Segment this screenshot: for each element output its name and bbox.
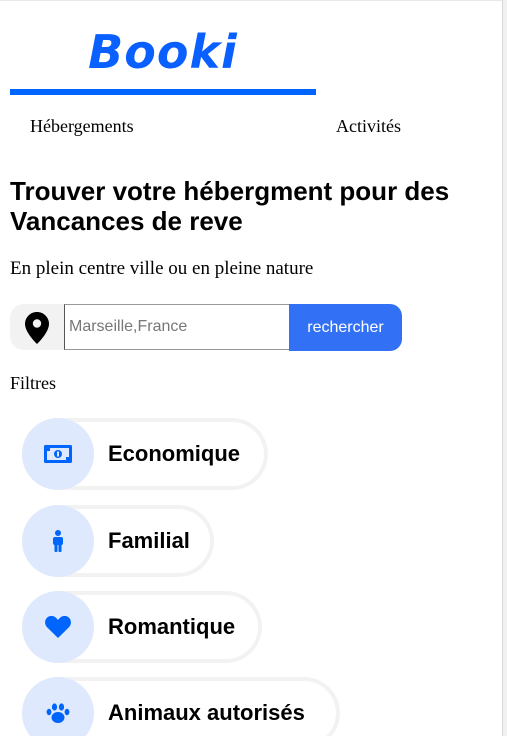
booki-logo[interactable]: Booki xyxy=(10,20,316,84)
scrollbar-thumb[interactable] xyxy=(502,0,507,736)
location-pin-icon xyxy=(25,312,49,344)
heart-icon xyxy=(45,616,71,638)
filter-icon-circle xyxy=(22,505,94,577)
child-icon xyxy=(53,530,63,552)
filter-label: Economique xyxy=(108,441,241,466)
top-divider xyxy=(0,0,502,1)
filter-icon-circle xyxy=(22,591,94,663)
filter-familial[interactable]: Familial xyxy=(22,505,214,577)
filter-animaux-autorises[interactable]: Animaux autorisés xyxy=(22,677,340,736)
main-nav: Hébergements Activités xyxy=(0,116,440,142)
nav-link-hebergements[interactable]: Hébergements xyxy=(30,116,134,137)
page: Booki Hébergements Activités Trouver vot… xyxy=(0,0,502,736)
page-title: Trouver votre hébergment pour des Vancan… xyxy=(10,176,450,236)
filter-romantique[interactable]: Romantique xyxy=(22,591,262,663)
search-input[interactable] xyxy=(64,304,289,350)
filter-label: Familial xyxy=(108,528,190,553)
search-bar: rechercher xyxy=(10,304,402,352)
filter-icon-circle xyxy=(22,677,94,736)
nav-link-activites[interactable]: Activités xyxy=(336,116,401,137)
logo-underline xyxy=(10,89,316,95)
filters-heading: Filtres xyxy=(10,373,57,393)
filter-icon-circle xyxy=(22,418,94,490)
money-bill-icon xyxy=(44,445,72,463)
filter-label: Romantique xyxy=(108,614,236,639)
search-location-box xyxy=(10,304,64,350)
page-subtitle: En plein centre ville ou en pleine natur… xyxy=(10,258,314,279)
filter-economique[interactable]: Economique xyxy=(22,418,268,490)
search-button[interactable]: rechercher xyxy=(289,304,402,351)
filter-label: Animaux autorisés xyxy=(108,700,305,725)
paw-icon xyxy=(46,703,70,723)
